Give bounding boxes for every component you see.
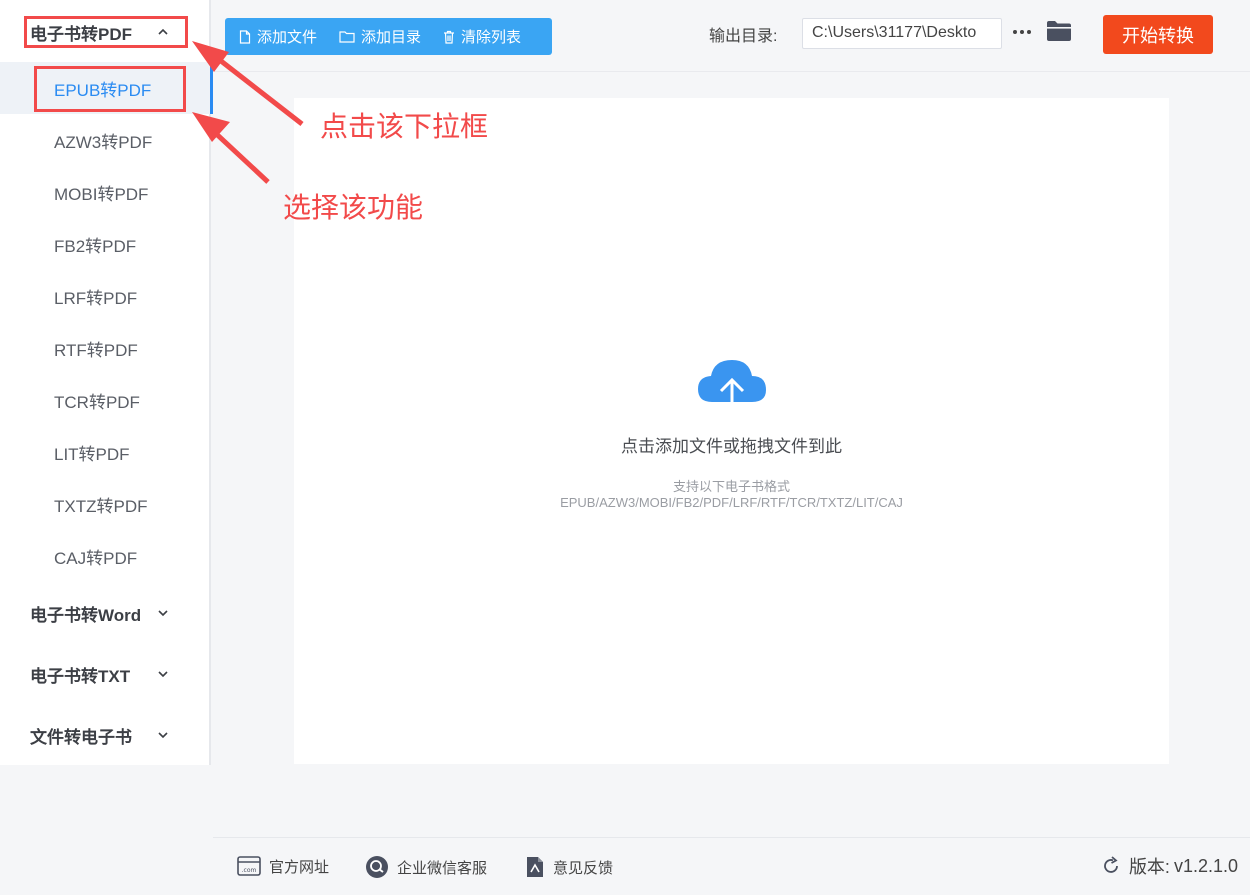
wechat-service-label: 企业微信客服 — [397, 859, 488, 877]
file-icon — [239, 29, 251, 44]
sidebar-item-label: TCR转PDF — [54, 392, 140, 412]
sidebar: 电子书转PDF EPUB转PDF AZW3转PDF MOBI转PDF FB2转P… — [0, 0, 213, 765]
sidebar-item-label: TXTZ转PDF — [54, 496, 148, 516]
cloud-upload-icon — [698, 360, 766, 420]
footer-bar: .com 官方网址 企业微信客服 意见反馈 版本: v1.2.1.0 — [213, 837, 1250, 895]
sidebar-item-tcr-to-pdf[interactable]: TCR转PDF — [0, 374, 211, 426]
sidebar-item-lrf-to-pdf[interactable]: LRF转PDF — [0, 270, 211, 322]
annotation-select-hint: 选择该功能 — [283, 192, 424, 223]
annotation-dropdown-hint: 点击该下拉框 — [320, 111, 489, 142]
top-toolbar: 添加文件 添加目录 清除列表 输出目录: C:\Users\31177\Desk… — [213, 0, 1250, 72]
svg-text:.com: .com — [242, 867, 257, 874]
feedback-link[interactable]: 意见反馈 — [525, 855, 613, 879]
sidebar-group-ebook-to-word[interactable]: 电子书转Word — [0, 593, 211, 633]
chat-bubble-icon — [366, 856, 388, 878]
wechat-service-link[interactable]: 企业微信客服 — [365, 855, 487, 879]
output-dir-field[interactable]: C:\Users\31177\Deskto — [802, 18, 1002, 49]
start-convert-button[interactable]: 开始转换 — [1103, 15, 1213, 54]
sidebar-item-label: RTF转PDF — [54, 340, 138, 360]
sidebar-group-ebook-to-txt[interactable]: 电子书转TXT — [0, 654, 211, 694]
folder-icon — [339, 31, 355, 43]
clear-list-button[interactable]: 清除列表 — [443, 26, 521, 47]
sidebar-item-mobi-to-pdf[interactable]: MOBI转PDF — [0, 166, 211, 218]
sidebar-item-rtf-to-pdf[interactable]: RTF转PDF — [0, 322, 211, 374]
chevron-down-icon — [156, 667, 170, 681]
version-label: 版本: — [1128, 857, 1170, 877]
feedback-icon — [527, 857, 543, 877]
drop-zone-instruction: 点击添加文件或拖拽文件到此 — [621, 437, 842, 456]
more-options-button[interactable] — [1010, 20, 1034, 44]
official-website-label: 官方网址 — [269, 858, 330, 876]
sidebar-group-label: 电子书转TXT — [30, 666, 131, 686]
official-website-link[interactable]: .com 官方网址 — [237, 855, 329, 877]
sidebar-group-label: 电子书转Word — [30, 605, 142, 625]
sidebar-item-label: MOBI转PDF — [54, 184, 149, 204]
version-info: 版本: v1.2.1.0 — [1101, 853, 1238, 879]
sidebar-item-azw3-to-pdf[interactable]: AZW3转PDF — [0, 114, 211, 166]
supported-formats-title: 支持以下电子书格式 — [672, 479, 790, 494]
add-file-button[interactable]: 添加文件 — [239, 26, 317, 47]
sidebar-item-fb2-to-pdf[interactable]: FB2转PDF — [0, 218, 211, 270]
ellipsis-icon — [1013, 30, 1031, 34]
open-folder-button[interactable] — [1046, 20, 1072, 44]
chevron-down-icon — [156, 728, 170, 742]
folder-icon — [1047, 21, 1071, 41]
add-file-label: 添加文件 — [257, 29, 318, 46]
sidebar-item-caj-to-pdf[interactable]: CAJ转PDF — [0, 530, 211, 582]
annotation-highlight-epub-item — [34, 66, 186, 112]
clear-list-label: 清除列表 — [461, 29, 522, 46]
refresh-icon — [1104, 856, 1118, 873]
sidebar-group-file-to-ebook[interactable]: 文件转电子书 — [0, 715, 211, 755]
website-icon: .com — [237, 856, 261, 876]
add-folder-label: 添加目录 — [361, 29, 422, 46]
annotation-highlight-dropdown — [24, 16, 188, 48]
sidebar-item-txtz-to-pdf[interactable]: TXTZ转PDF — [0, 478, 211, 530]
sidebar-item-label: LIT转PDF — [54, 444, 130, 464]
sidebar-item-label: FB2转PDF — [54, 236, 137, 256]
supported-formats-list: EPUB/AZW3/MOBI/FB2/PDF/LRF/RTF/TCR/TXTZ/… — [560, 495, 903, 510]
file-action-group: 添加文件 添加目录 清除列表 — [225, 18, 552, 55]
feedback-label: 意见反馈 — [553, 859, 614, 877]
version-value: v1.2.1.0 — [1173, 855, 1238, 876]
chevron-down-icon — [156, 606, 170, 620]
output-dir-label: 输出目录: — [709, 28, 778, 45]
trash-icon — [444, 30, 455, 44]
sidebar-item-label: LRF转PDF — [54, 288, 138, 308]
file-drop-zone[interactable]: 点击添加文件或拖拽文件到此 支持以下电子书格式 EPUB/AZW3/MOBI/F… — [294, 98, 1169, 764]
sidebar-item-label: AZW3转PDF — [54, 132, 153, 152]
sidebar-group-label: 文件转电子书 — [30, 727, 132, 747]
add-folder-button[interactable]: 添加目录 — [339, 26, 421, 47]
sidebar-item-label: CAJ转PDF — [54, 548, 138, 568]
sidebar-item-lit-to-pdf[interactable]: LIT转PDF — [0, 426, 211, 478]
